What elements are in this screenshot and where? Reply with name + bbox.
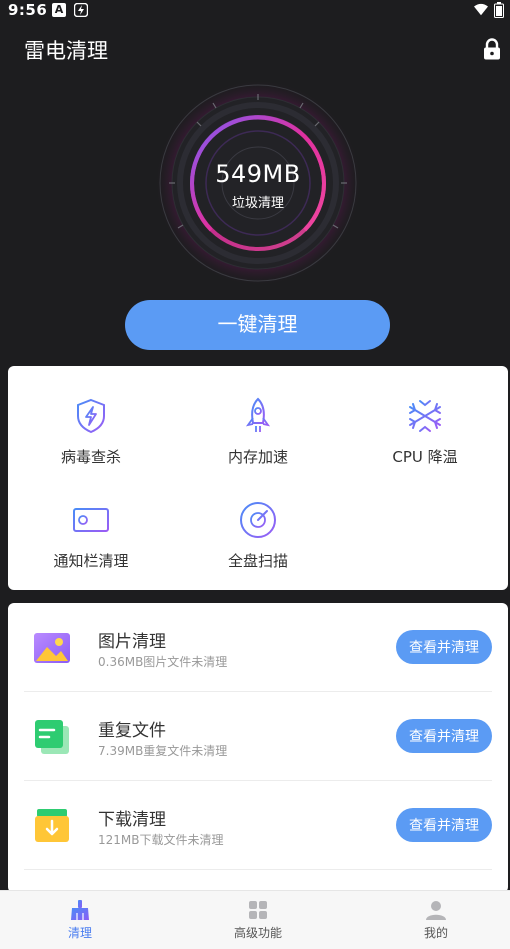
power-saving-icon (74, 3, 88, 17)
disk-scan-icon (240, 502, 276, 538)
tab-mine[interactable]: 我的 (386, 899, 486, 941)
gauge-readout: 549MB 垃圾清理 (158, 160, 358, 211)
one-click-clean-button[interactable]: 一键清理 (125, 300, 390, 350)
view-and-clean-button[interactable]: 查看并清理 (396, 719, 492, 753)
lock-icon[interactable] (482, 38, 502, 60)
rocket-icon (245, 397, 271, 432)
item-title: 图片清理 (98, 632, 166, 652)
list-item-image-clean[interactable]: 图片清理 0.36MB图片文件未清理 查看并清理 (24, 603, 492, 692)
tool-label: 通知栏清理 (53, 552, 129, 570)
tab-label: 高级功能 (233, 926, 282, 940)
tool-cpu-cool[interactable]: CPU 降温 (350, 396, 500, 467)
tool-notification-clean[interactable]: 通知栏清理 (16, 500, 166, 571)
clean-items-card: 图片清理 0.36MB图片文件未清理 查看并清理 重复文件 7.39MB重复文件… (8, 603, 508, 893)
view-and-clean-button[interactable]: 查看并清理 (396, 630, 492, 664)
battery-icon (494, 2, 504, 18)
list-item-duplicate-files[interactable]: 重复文件 7.39MB重复文件未清理 查看并清理 (24, 692, 492, 781)
broom-icon (71, 900, 89, 920)
item-subtitle: 121MB下载文件未清理 (98, 833, 224, 847)
tool-memory-boost[interactable]: 内存加速 (183, 396, 333, 467)
tool-virus-scan[interactable]: 病毒查杀 (16, 396, 166, 467)
tool-label: 内存加速 (227, 448, 288, 466)
tools-card: 病毒查杀 内存加速 CPU 降温 通知栏清理 全盘扫描 (8, 366, 508, 590)
tab-label: 清理 (67, 926, 92, 940)
user-icon (426, 901, 446, 920)
view-and-clean-button[interactable]: 查看并清理 (396, 808, 492, 842)
tab-clean[interactable]: 清理 (30, 899, 130, 941)
item-title: 重复文件 (98, 721, 166, 741)
notification-card-icon (73, 508, 109, 532)
notification-a-icon: A (52, 3, 66, 17)
grid-icon (249, 901, 267, 919)
item-subtitle: 7.39MB重复文件未清理 (98, 744, 228, 758)
app-title: 雷电清理 (24, 39, 108, 63)
tool-label: CPU 降温 (392, 448, 458, 466)
tab-label: 我的 (423, 926, 448, 940)
download-box-icon (35, 809, 69, 842)
junk-size-label: 垃圾清理 (231, 196, 284, 211)
image-icon (34, 633, 70, 663)
bottom-tab-bar: 清理 高级功能 我的 (0, 890, 510, 949)
tool-label: 全盘扫描 (227, 552, 288, 570)
wifi-icon (474, 3, 488, 16)
shield-bolt-icon (77, 398, 105, 434)
snowflake-icon (409, 398, 441, 434)
junk-size-value: 549MB (215, 160, 301, 188)
tool-full-disk-scan[interactable]: 全盘扫描 (183, 500, 333, 571)
tab-advanced[interactable]: 高级功能 (208, 899, 308, 941)
divider (24, 869, 492, 870)
tool-label: 病毒查杀 (60, 448, 121, 466)
status-time: 9:56 (8, 1, 48, 19)
list-item-download-clean[interactable]: 下载清理 121MB下载文件未清理 查看并清理 (24, 781, 492, 870)
item-subtitle: 0.36MB图片文件未清理 (98, 655, 228, 669)
status-bar: 9:56 A (0, 0, 510, 22)
item-title: 下载清理 (98, 810, 166, 830)
duplicate-files-icon (35, 720, 69, 754)
